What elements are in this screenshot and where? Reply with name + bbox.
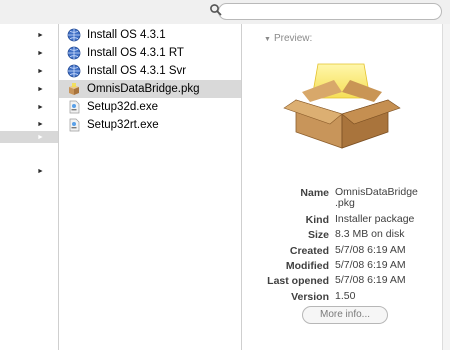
file-item-setup32d-exe[interactable]: Setup32d.exe — [59, 98, 241, 116]
parent-folder-column[interactable]: ► ► ► ► ► ► ► ► — [0, 24, 59, 350]
exe-file-icon — [69, 100, 80, 114]
preview-header[interactable]: ▼ Preview: — [264, 33, 312, 44]
search-field[interactable] — [210, 3, 442, 20]
preview-pane: ▼ Preview: Name OmnisDataBridge .pkg Kin… — [242, 24, 442, 350]
package-preview-icon — [283, 63, 401, 149]
info-value: 5/7/08 6:19 AM — [335, 259, 406, 271]
search-icon — [210, 4, 222, 16]
info-value: 1.50 — [335, 290, 356, 302]
exe-file-icon — [69, 118, 80, 132]
preview-label: Preview: — [273, 33, 313, 44]
info-value: 8.3 MB on disk — [335, 228, 405, 240]
info-label: Created — [289, 245, 329, 257]
disclosure-arrow-icon[interactable]: ► — [37, 134, 44, 142]
file-item-install-os-svr[interactable]: Install OS 4.3.1 Svr — [59, 62, 241, 80]
disclosure-arrow-icon[interactable]: ► — [37, 32, 44, 40]
info-value: 5/7/08 6:19 AM — [335, 274, 406, 286]
disclosure-arrow-icon[interactable]: ► — [37, 86, 44, 94]
info-value: .pkg — [335, 197, 355, 209]
info-label: Last opened — [267, 275, 329, 287]
file-name: Install OS 4.3.1 Svr — [87, 65, 187, 77]
info-value: 5/7/08 6:19 AM — [335, 244, 406, 256]
info-label: Modified — [285, 260, 329, 272]
file-item-setup32rt-exe[interactable]: Setup32rt.exe — [59, 116, 241, 134]
right-edge-strip — [442, 24, 450, 350]
package-icon — [69, 83, 79, 95]
file-name: Install OS 4.3.1 RT — [87, 47, 184, 59]
info-label: Kind — [305, 214, 329, 226]
file-list-column: Install OS 4.3.1 Install OS 4.3.1 RT Ins… — [59, 24, 242, 350]
disclosure-arrow-icon[interactable]: ► — [37, 104, 44, 112]
info-label: Name — [300, 187, 329, 199]
file-item-install-os[interactable]: Install OS 4.3.1 — [59, 26, 241, 44]
info-label: Version — [291, 291, 329, 303]
info-label: Size — [307, 229, 329, 241]
install-globe-icon — [67, 46, 81, 60]
info-value: Installer package — [335, 213, 415, 225]
selected-folder-row[interactable] — [0, 131, 58, 143]
disclosure-triangle-icon[interactable]: ▼ — [264, 36, 271, 43]
finder-toolbar — [0, 0, 450, 25]
file-name: Install OS 4.3.1 — [87, 29, 166, 41]
file-name: Setup32rt.exe — [87, 119, 159, 131]
install-globe-icon — [67, 64, 81, 78]
file-item-omnisdatabridge-pkg[interactable]: OmnisDataBridge.pkg — [59, 80, 241, 98]
disclosure-arrow-icon[interactable]: ► — [37, 121, 44, 129]
install-globe-icon — [67, 28, 81, 42]
disclosure-arrow-icon[interactable]: ► — [37, 50, 44, 58]
file-item-install-os-rt[interactable]: Install OS 4.3.1 RT — [59, 44, 241, 62]
file-name: Setup32d.exe — [87, 101, 158, 113]
disclosure-arrow-icon[interactable]: ► — [37, 168, 44, 176]
disclosure-arrow-icon[interactable]: ► — [37, 68, 44, 76]
file-name: OmnisDataBridge.pkg — [87, 83, 200, 95]
more-info-button[interactable]: More info... — [302, 306, 388, 324]
